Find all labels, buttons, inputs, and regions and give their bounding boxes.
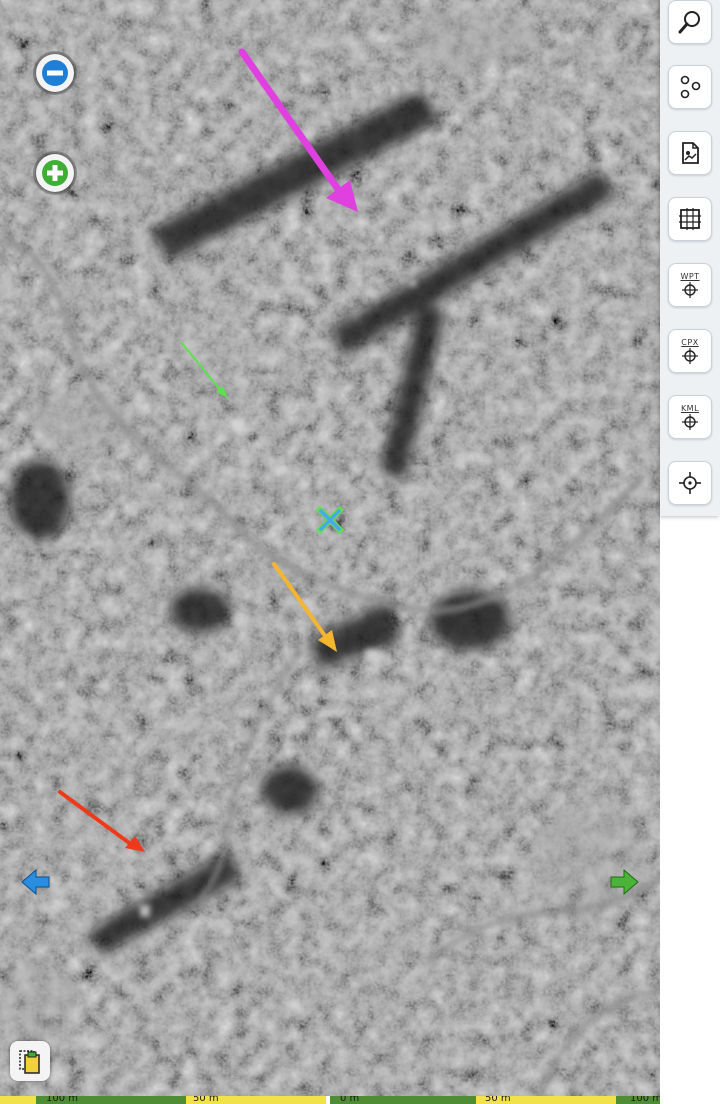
pan-right-arrow-icon[interactable] <box>608 868 640 896</box>
zoom-out-button[interactable] <box>33 51 77 95</box>
scale-label: 50 m <box>485 1096 511 1104</box>
annotation-layer <box>58 48 358 852</box>
scale-label: 0 m <box>340 1096 360 1104</box>
clipboard-layers-icon <box>19 1050 40 1074</box>
zoom-in-button[interactable] <box>33 151 77 195</box>
satellite-map[interactable] <box>0 0 660 1096</box>
search-tool-button[interactable] <box>668 0 712 44</box>
wpt-tool-button[interactable]: WPT <box>668 263 712 307</box>
magenta-arrow <box>238 48 358 212</box>
grid-tool-button[interactable] <box>668 197 712 241</box>
wpt-tool-label: WPT <box>680 271 700 281</box>
minus-icon <box>42 60 68 86</box>
plus-icon <box>42 160 68 186</box>
crosshair-icon <box>682 281 698 298</box>
crosshair-icon <box>682 413 698 430</box>
scale-label: 100 m <box>630 1096 660 1104</box>
layers-button[interactable] <box>10 1041 50 1081</box>
yellow-arrow <box>272 562 337 652</box>
scale-label: 50 m <box>193 1096 219 1104</box>
green-arrow <box>180 341 228 398</box>
red-arrow <box>58 790 145 852</box>
scale-label: 100 m <box>46 1096 79 1104</box>
scale-bar: 100 m 50 m 0 m 50 m 100 m <box>0 1096 660 1104</box>
cpx-tool-button[interactable]: CPX <box>668 329 712 373</box>
scale-segment <box>0 1096 36 1104</box>
crosshair-icon <box>682 347 698 364</box>
pan-left-arrow-icon[interactable] <box>20 868 52 896</box>
kml-tool-label: KML <box>680 403 700 413</box>
magnifier-icon <box>678 11 700 34</box>
scale-zero-marker <box>326 1096 330 1104</box>
kml-tool-button[interactable]: KML <box>668 395 712 439</box>
cpx-tool-label: CPX <box>681 337 699 347</box>
document-tool-button[interactable] <box>668 131 712 175</box>
grid-icon <box>679 208 701 230</box>
target-icon <box>679 472 701 494</box>
waypoints-tool-button[interactable] <box>668 65 712 109</box>
nodes-icon <box>680 75 701 99</box>
center-marker-icon <box>315 505 345 535</box>
tool-sidebar: WPT CPX KML <box>660 0 720 516</box>
document-icon <box>682 142 699 164</box>
locate-tool-button[interactable] <box>668 461 712 505</box>
